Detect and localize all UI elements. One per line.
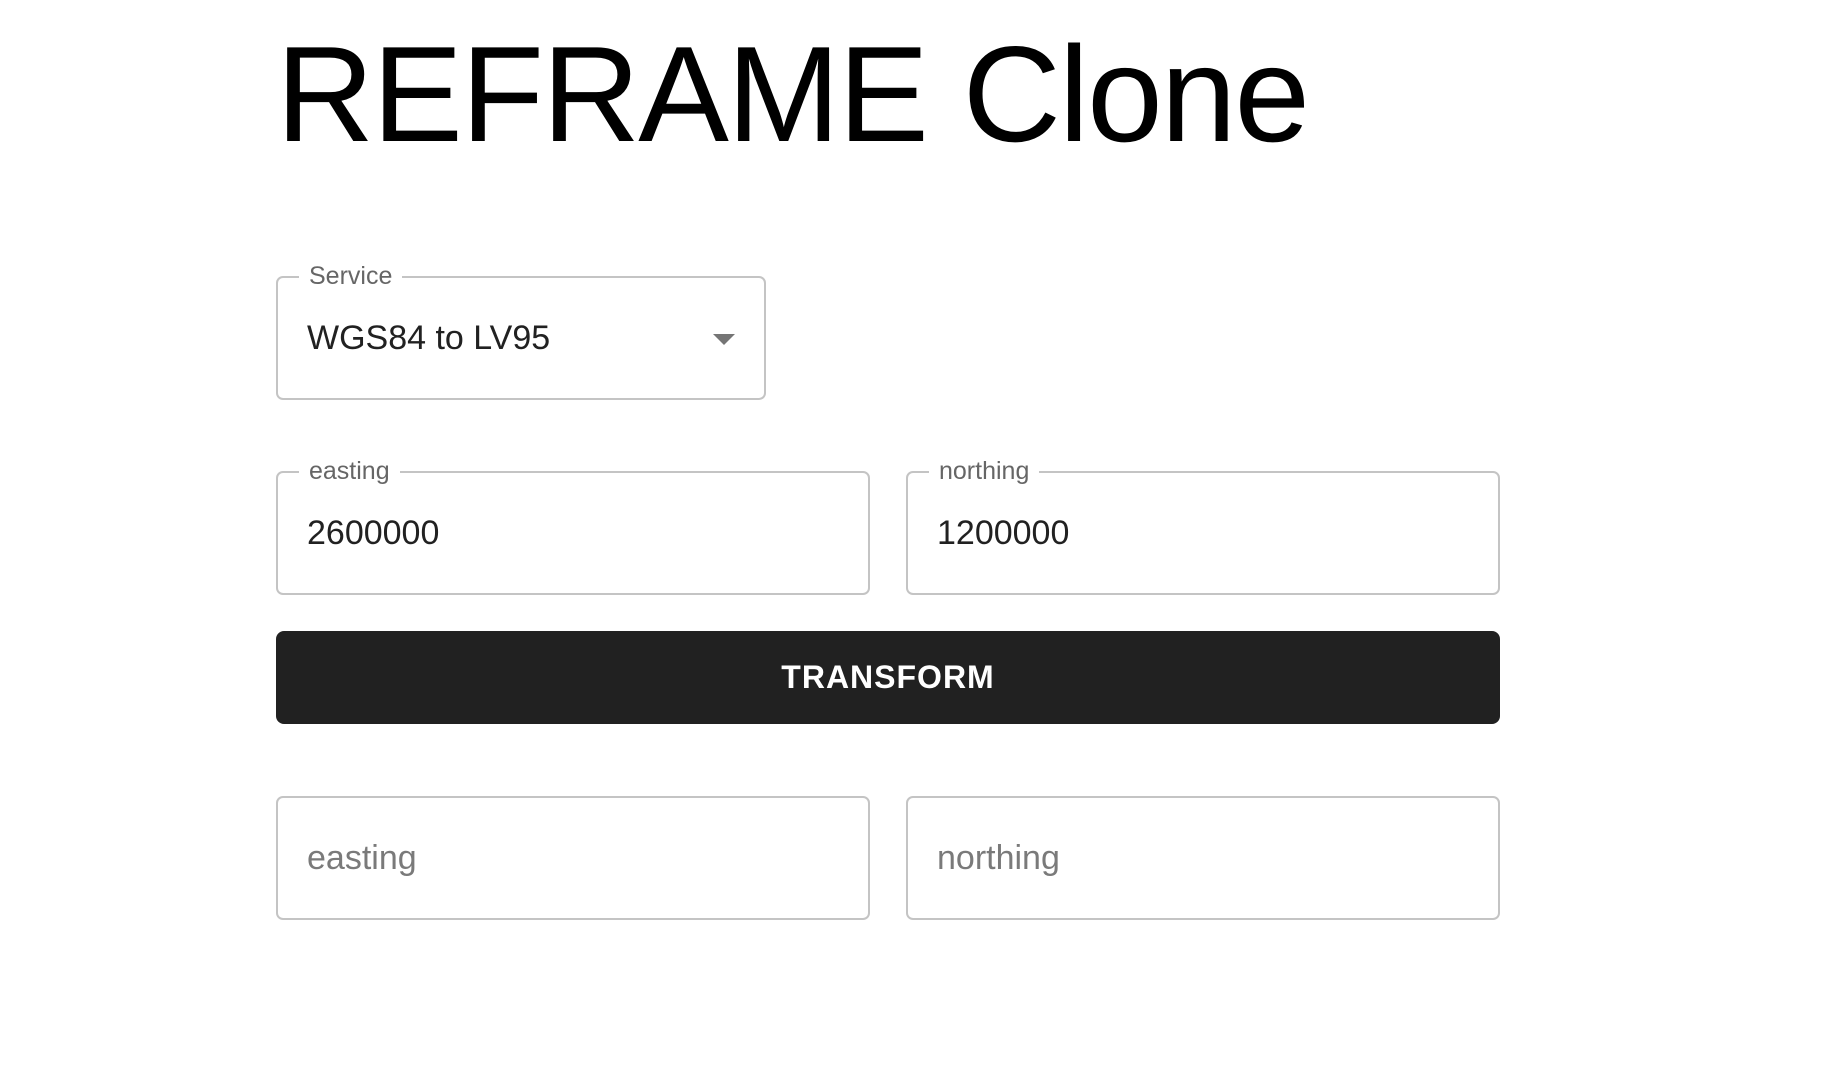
page: REFRAME Clone Service WGS84 to LV95 east… bbox=[0, 0, 1828, 1078]
easting-output-field bbox=[276, 796, 870, 920]
easting-input-field: easting bbox=[276, 456, 870, 595]
chevron-down-icon[interactable] bbox=[713, 334, 735, 345]
northing-input[interactable] bbox=[937, 473, 1478, 593]
northing-input-field: northing bbox=[906, 456, 1500, 595]
easting-input[interactable] bbox=[307, 473, 848, 593]
northing-output[interactable] bbox=[937, 798, 1478, 918]
transform-button[interactable]: TRANSFORM bbox=[276, 631, 1500, 724]
page-title: REFRAME Clone bbox=[276, 18, 1310, 170]
service-select[interactable]: Service WGS84 to LV95 bbox=[276, 261, 766, 400]
northing-output-field bbox=[906, 796, 1500, 920]
easting-output[interactable] bbox=[307, 798, 848, 918]
service-selected-value: WGS84 to LV95 bbox=[307, 318, 551, 357]
